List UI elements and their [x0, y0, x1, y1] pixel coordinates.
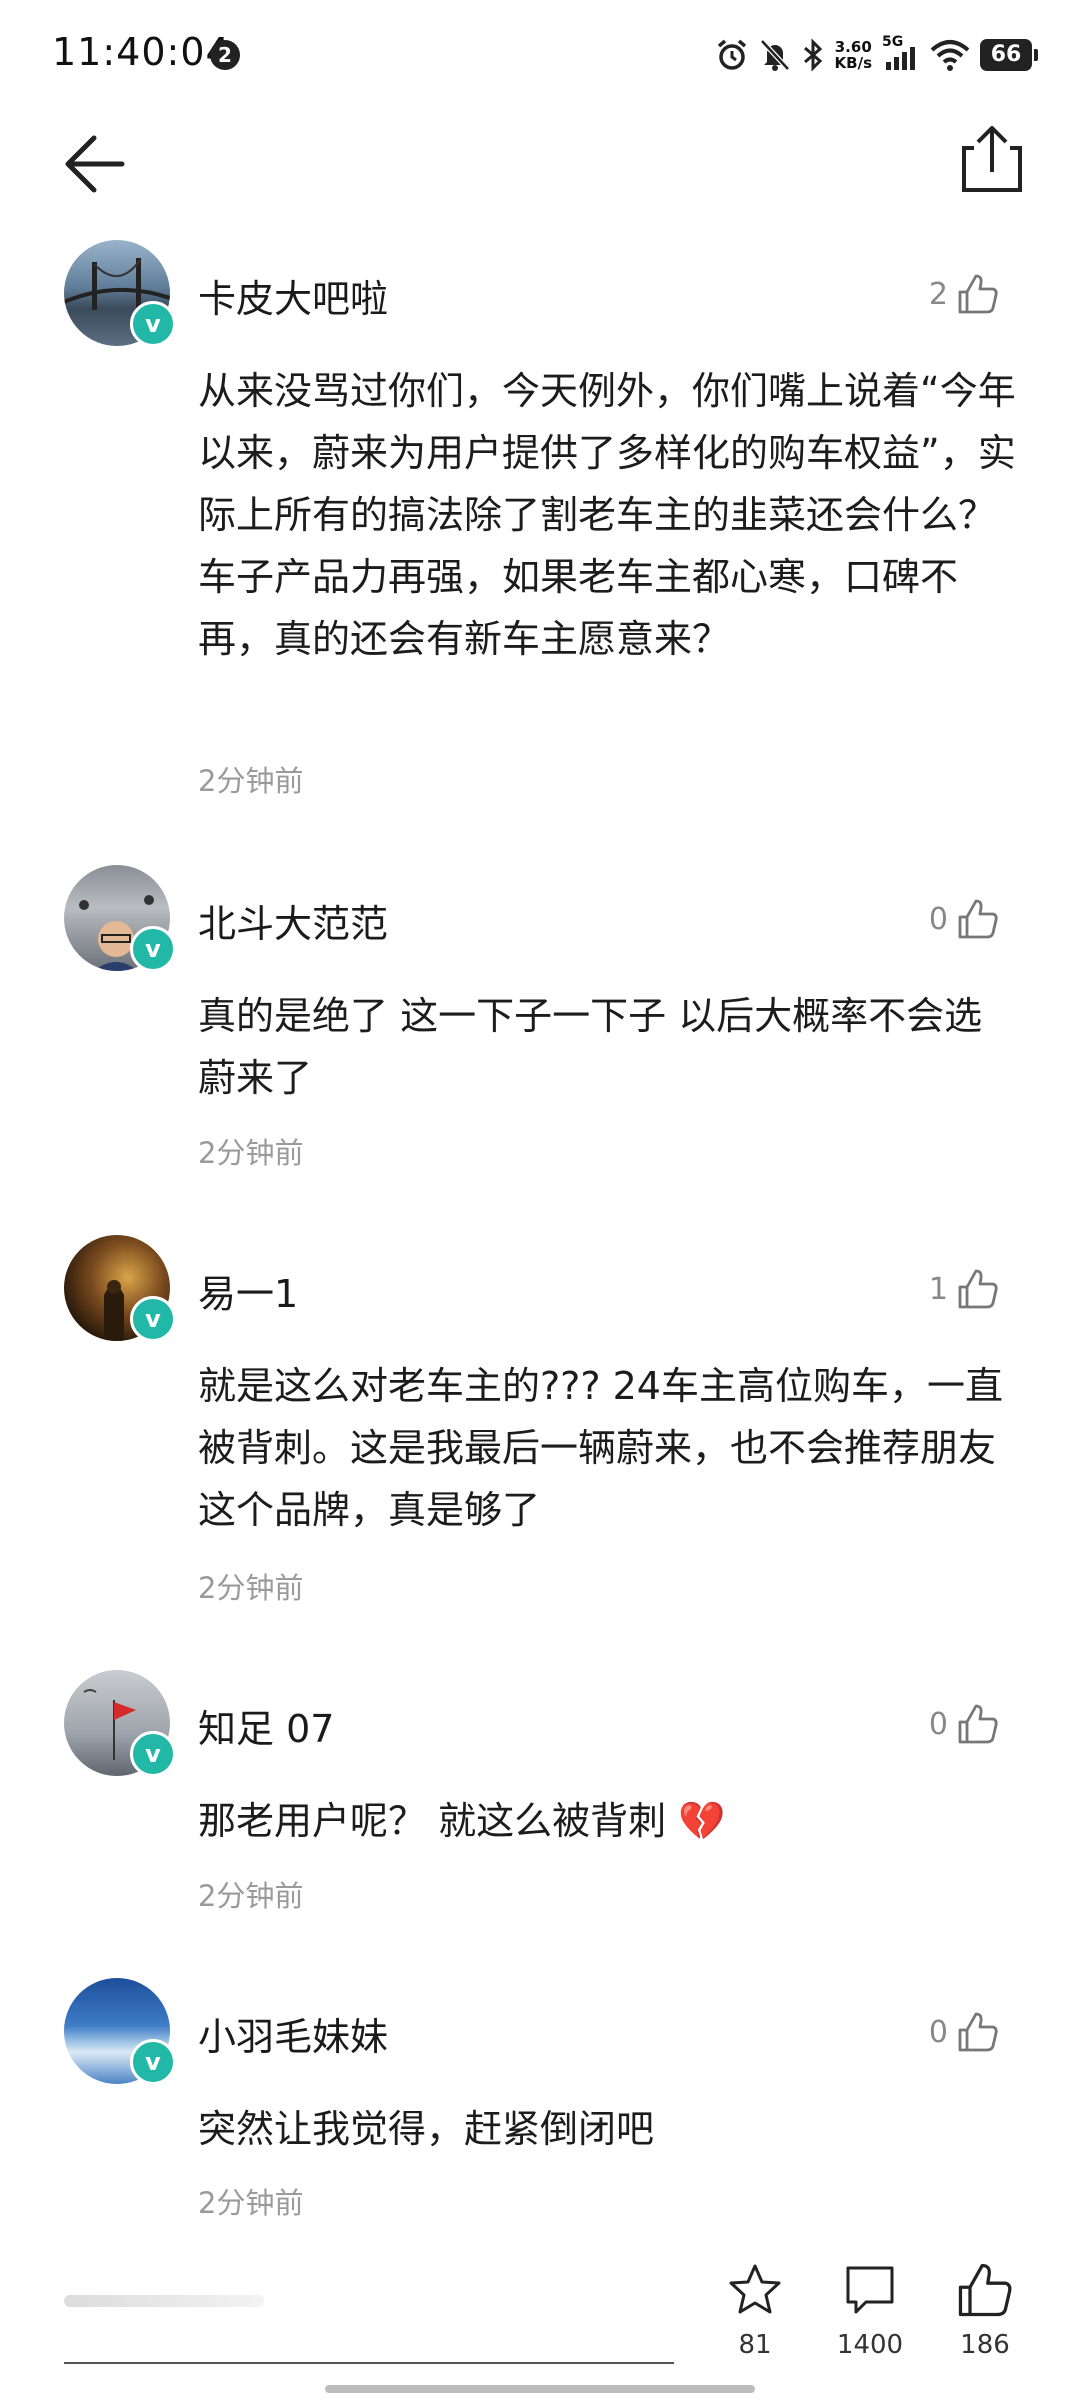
thumb-up-icon: [958, 1704, 998, 1744]
like-count: 186: [960, 2330, 1010, 2360]
comment-time: 2分钟前: [198, 1879, 304, 1913]
home-indicator[interactable]: [325, 2385, 755, 2393]
thumb-up-icon: [958, 2263, 1012, 2317]
back-arrow-icon[interactable]: [56, 124, 136, 204]
comment-like-count: 2: [928, 276, 948, 312]
verified-badge: v: [130, 1731, 176, 1777]
verified-badge: v: [130, 2039, 176, 2085]
network-speed-value: 3.60: [834, 38, 872, 56]
signal-icon: 5G: [882, 34, 920, 72]
comment-count: 1400: [836, 2330, 904, 2360]
comment-text: 真的是绝了 这一下子一下子 以后大概率不会选蔚来了: [198, 994, 983, 1100]
comment-like-button[interactable]: 2: [929, 272, 1000, 316]
comment-like-button[interactable]: 0: [929, 897, 1000, 941]
comment-username[interactable]: 小羽毛妹妹: [198, 2006, 388, 2061]
comment-text: 突然让我觉得，赶紧倒闭吧: [198, 2107, 655, 2151]
network-speed: 3.60 KB/s: [835, 39, 872, 71]
comment-time: 2分钟前: [198, 2186, 304, 2220]
thumb-up-icon: [958, 274, 998, 314]
status-bar: 11:40:04 2 3.60 KB/s 5G 66: [0, 0, 1080, 110]
mute-icon: [759, 39, 790, 71]
comment-button[interactable]: 1400: [820, 2260, 920, 2360]
comment-like-button[interactable]: 1: [929, 1267, 1000, 1311]
favorite-count: 81: [738, 2330, 772, 2360]
comment-username[interactable]: 易一1: [198, 1263, 298, 1318]
comment-input-field[interactable]: [64, 2362, 674, 2364]
comment-input-placeholder[interactable]: [64, 2295, 264, 2307]
star-icon: [729, 2264, 781, 2314]
top-bar: [0, 110, 1080, 230]
comment-text: 就是这么对老车主的??? 24车主高位购车，一直被背刺。这是我最后一辆蔚来，也不…: [198, 1364, 1003, 1532]
comment-username[interactable]: 卡皮大吧啦: [198, 268, 388, 323]
comment-username[interactable]: 北斗大范范: [198, 893, 388, 948]
notification-count-badge: 2: [210, 40, 240, 70]
comment-time: 2分钟前: [198, 764, 304, 798]
comment-like-count: 0: [928, 1706, 948, 1742]
comment-username[interactable]: 知足 07: [198, 1698, 334, 1753]
comment-icon: [846, 2266, 894, 2314]
status-time: 11:40:04: [52, 30, 231, 74]
comment-like-count: 1: [928, 1271, 948, 1307]
comment-text: 那老用户呢？ 就这么被背刺 💔: [198, 1799, 726, 1843]
verified-badge: v: [130, 301, 176, 347]
battery-icon: 66: [980, 39, 1038, 71]
alarm-icon: [717, 39, 746, 70]
comment-like-button[interactable]: 0: [929, 1702, 1000, 1746]
thumb-up-icon: [958, 1269, 998, 1309]
status-icons: 3.60 KB/s 5G 66: [715, 30, 1038, 80]
comment-like-count: 0: [928, 901, 948, 937]
comment-text: 从来没骂过你们，今天例外，你们嘴上说着“今年以来，蔚来为用户提供了多样化的购车权…: [198, 369, 1016, 661]
verified-badge: v: [130, 926, 176, 972]
bluetooth-icon: [803, 38, 822, 72]
network-speed-unit: KB/s: [834, 54, 872, 72]
comment-like-button[interactable]: 0: [929, 2010, 1000, 2054]
comment-time: 2分钟前: [198, 1136, 304, 1170]
comment-like-count: 0: [928, 2014, 948, 2050]
favorite-button[interactable]: 81: [705, 2260, 805, 2360]
verified-badge: v: [130, 1296, 176, 1342]
like-button[interactable]: 186: [935, 2260, 1035, 2360]
thumb-up-icon: [958, 899, 998, 939]
bottom-action-bar: 81 1400 186: [0, 2240, 1080, 2400]
thumb-up-icon: [958, 2012, 998, 2052]
wifi-icon: [930, 40, 970, 71]
comment-time: 2分钟前: [198, 1571, 304, 1605]
share-icon[interactable]: [952, 118, 1032, 198]
